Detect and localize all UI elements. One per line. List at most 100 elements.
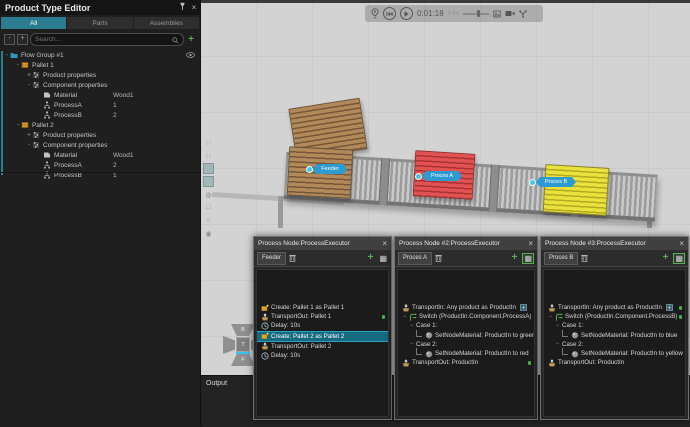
box-select-icon[interactable]: □ [203, 202, 214, 213]
statement-row[interactable]: Create: Pallet 1 as Pallet 1 [257, 303, 388, 312]
transport-in-icon [548, 304, 556, 312]
statement-row[interactable]: SetNodeMaterial: ProductIn to yellow [544, 349, 685, 358]
statement-expander[interactable]: − [409, 323, 414, 329]
speed-slider[interactable] [463, 13, 489, 15]
speed-slider-handle[interactable] [477, 10, 480, 17]
tree-row[interactable]: -Component properties [0, 80, 200, 90]
statement-expander[interactable]: − [548, 314, 553, 320]
statement-row[interactable]: SetNodeMaterial: ProductIn to red [398, 349, 534, 358]
statement-grid-toggle[interactable]: ▦ [522, 253, 534, 264]
lasso-select-icon[interactable]: ○ [203, 215, 214, 226]
search-input[interactable] [35, 36, 172, 43]
statement-expander[interactable]: − [409, 341, 414, 347]
tree-item-value[interactable]: 2 [113, 112, 117, 119]
statement-row[interactable]: SetNodeMaterial: ProductIn to green [398, 331, 534, 340]
close-icon[interactable]: × [675, 239, 688, 248]
statement-row[interactable]: TransportOut: Pallet 2 [257, 342, 388, 351]
trash-icon[interactable] [581, 254, 588, 262]
tab-assemblies[interactable]: Assemblies [134, 17, 199, 29]
grid-snap-icon[interactable]: ∷ [203, 137, 214, 148]
routine-selector[interactable]: Proces B [544, 252, 578, 265]
statement-row[interactable]: Delay: 10s [257, 321, 388, 330]
record-video-icon[interactable] [505, 10, 515, 17]
record-position-icon[interactable] [371, 8, 379, 19]
product-type-tree: -Flow Group #1-Pallet 1+Product properti… [0, 50, 200, 180]
view-top-button[interactable]: T [236, 337, 250, 352]
close-icon[interactable]: × [378, 239, 391, 248]
tab-parts[interactable]: Parts [67, 17, 132, 29]
tree-row[interactable]: +Product properties [0, 70, 200, 80]
collapse-all-button[interactable]: - [4, 34, 15, 45]
statement-expander[interactable]: − [402, 314, 407, 320]
expand-all-button[interactable]: + [17, 34, 28, 45]
output-tab-label[interactable]: Output [206, 380, 227, 387]
tree-row[interactable]: -Flow Group #1 [0, 50, 200, 60]
point-snap-icon[interactable]: ∷ [203, 150, 214, 161]
trash-icon[interactable] [435, 254, 442, 262]
tree-row[interactable]: -Pallet 1 [0, 60, 200, 70]
statement-row[interactable]: TransportIn: Any product as ProductIn [398, 303, 534, 312]
statement-row[interactable]: TransportOut: Pallet 1 [257, 312, 388, 321]
feeder-node-dot[interactable] [306, 166, 313, 173]
product-picker-icon[interactable] [666, 304, 673, 311]
tree-row[interactable]: ProcessA1 [0, 100, 200, 110]
statement-row[interactable]: TransportOut: ProductIn [398, 358, 534, 367]
statement-expander[interactable]: − [555, 341, 560, 347]
tree-row[interactable]: ProcessA2 [0, 160, 200, 170]
statement-grid-toggle[interactable]: ▦ [378, 254, 388, 263]
statement-row[interactable]: Delay: 10s [257, 351, 388, 360]
tree-item-value[interactable]: 1 [113, 102, 117, 109]
sphere-select-icon[interactable]: ◉ [203, 228, 214, 239]
view-left-button[interactable] [223, 336, 235, 354]
statement-row[interactable]: Create: Pallet 2 as Pallet 2 [257, 331, 388, 342]
process-a-node-badge[interactable]: Proces A [422, 171, 462, 181]
statement-row[interactable]: −Switch (ProductIn.Component.ProcessA) [398, 312, 534, 321]
tree-row[interactable]: MaterialWood1 [0, 90, 200, 100]
add-statement-button[interactable]: + [510, 253, 520, 263]
add-product-type-button[interactable]: + [186, 35, 196, 45]
window-title-bar[interactable]: Process Node #2:ProcessExecutor × [395, 237, 537, 250]
tree-row[interactable]: ProcessB2 [0, 110, 200, 120]
close-icon[interactable]: × [524, 239, 537, 248]
process-a-node-dot[interactable] [415, 173, 422, 180]
statement-row[interactable]: TransportIn: Any product as ProductIn [544, 303, 685, 312]
statement-row[interactable]: SetNodeMaterial: ProductIn to blue [544, 331, 685, 340]
statement-expander[interactable]: − [555, 323, 560, 329]
process-b-node-badge[interactable]: Proces B [536, 177, 576, 187]
tree-item-value[interactable]: Wood1 [113, 92, 133, 99]
reset-simulation-button[interactable] [383, 7, 396, 20]
close-icon[interactable]: × [188, 3, 200, 12]
window-title-bar[interactable]: Process Node #3:ProcessExecutor × [541, 237, 688, 250]
product-picker-icon[interactable] [520, 304, 527, 311]
tree-row[interactable]: +Product properties [0, 130, 200, 140]
tree-row[interactable]: -Component properties [0, 140, 200, 150]
add-statement-button[interactable]: + [366, 253, 376, 263]
circle-select-icon[interactable]: ◍ [203, 189, 214, 200]
tree-row[interactable]: MaterialWood1 [0, 150, 200, 160]
view-front-button[interactable]: F [231, 354, 255, 366]
view-back-button[interactable]: B [231, 324, 255, 336]
statement-grid-toggle[interactable]: ▦ [673, 253, 685, 264]
search-box[interactable] [30, 33, 184, 46]
plane-select-icon[interactable] [203, 163, 214, 174]
play-button[interactable] [400, 7, 413, 20]
visibility-eye-icon[interactable] [186, 52, 195, 60]
pin-icon[interactable] [176, 2, 188, 13]
face-select-icon[interactable] [203, 176, 214, 187]
screenshot-icon[interactable] [493, 10, 501, 18]
statement-row[interactable]: −Switch (ProductIn.Component.ProcessB) [544, 312, 685, 321]
window-title-bar[interactable]: Process Node:ProcessExecutor × [254, 237, 391, 250]
routine-selector[interactable]: Feeder [257, 252, 286, 265]
tree-row[interactable]: -Pallet 2 [0, 120, 200, 130]
feeder-node-badge[interactable]: Feeder [313, 164, 347, 174]
add-statement-button[interactable]: + [661, 253, 671, 263]
routine-selector[interactable]: Proces A [398, 252, 432, 265]
tree-item-value[interactable]: Wood1 [113, 152, 133, 159]
yellow-pallet[interactable] [543, 164, 610, 216]
tree-item-value[interactable]: 2 [113, 162, 117, 169]
process-b-node-dot[interactable] [529, 179, 536, 186]
statement-row[interactable]: TransportOut: ProductIn [544, 358, 685, 367]
tab-all[interactable]: All [1, 17, 66, 29]
flow-analysis-icon[interactable] [519, 10, 527, 18]
trash-icon[interactable] [289, 254, 296, 262]
